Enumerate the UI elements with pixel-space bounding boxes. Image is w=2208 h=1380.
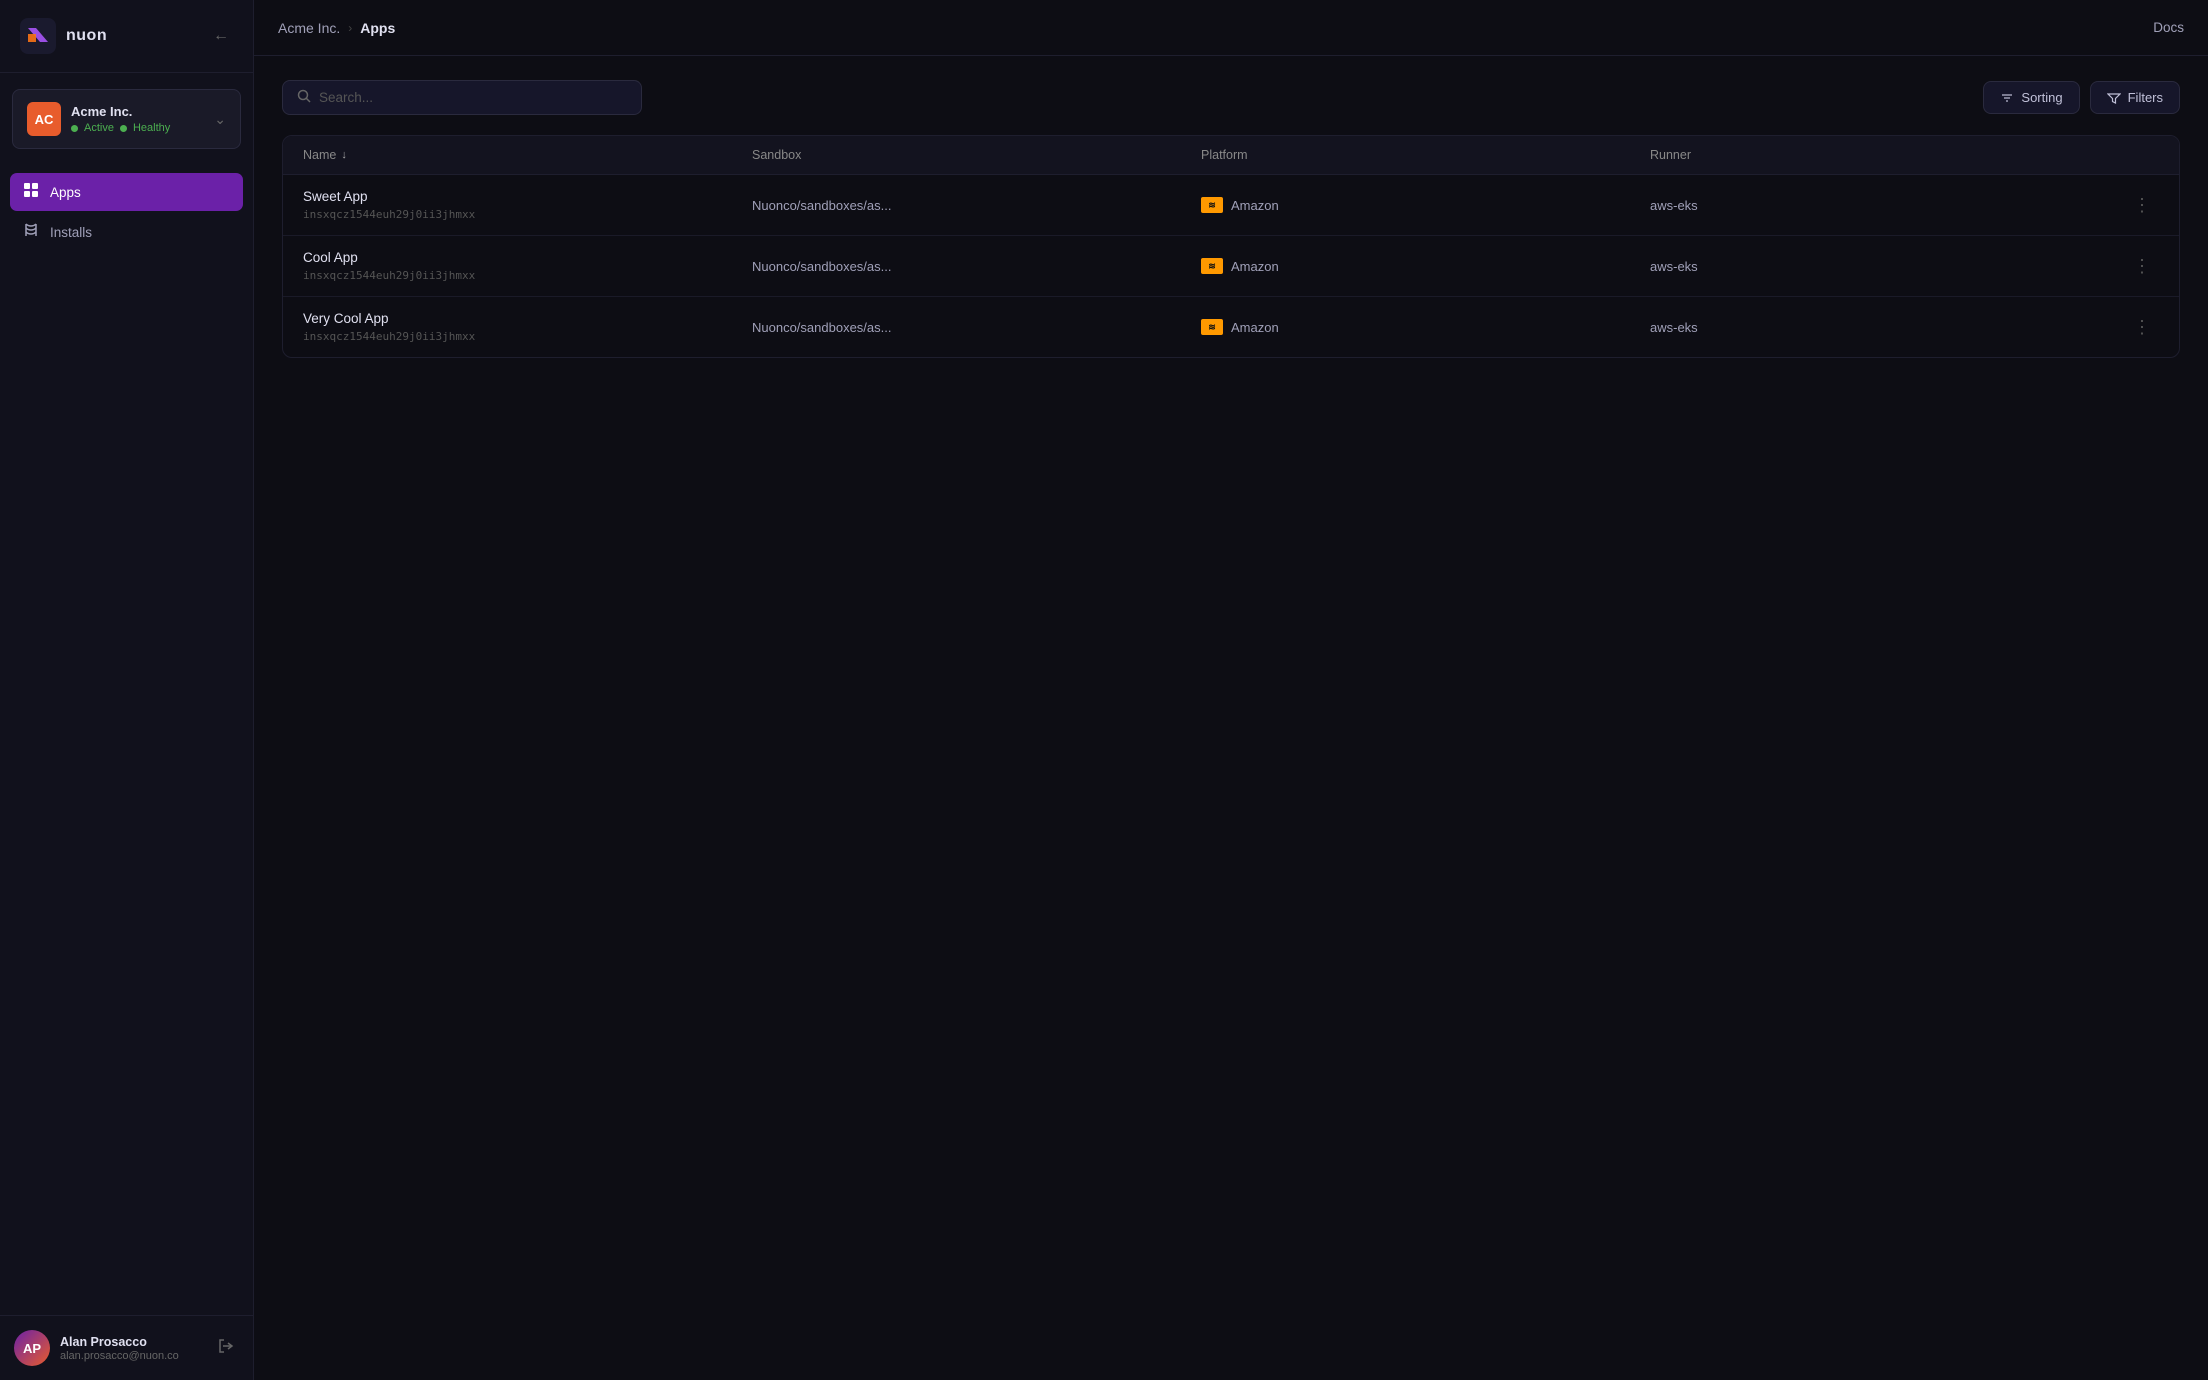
amazon-icon-1: ≋ (1201, 258, 1223, 274)
column-header-platform: Platform (1201, 148, 1650, 162)
topbar: Acme Inc. › Apps Docs (254, 0, 2208, 56)
column-header-runner: Runner (1650, 148, 2099, 162)
cell-sandbox-0: Nuonco/sandboxes/as... (752, 198, 1201, 213)
sorting-label: Sorting (2021, 90, 2062, 105)
cell-sandbox-1: Nuonco/sandboxes/as... (752, 259, 1201, 274)
search-icon (297, 89, 311, 106)
search-input[interactable] (319, 90, 627, 105)
column-header-name[interactable]: Name ↓ (303, 148, 752, 162)
user-info: Alan Prosacco alan.prosacco@nuon.co (60, 1335, 203, 1362)
sidebar-collapse-button[interactable]: ← (209, 23, 233, 49)
breadcrumb: Acme Inc. › Apps (278, 20, 395, 36)
cell-actions-1: ⋮ (2099, 252, 2159, 281)
installs-nav-label: Installs (50, 225, 92, 240)
search-box (282, 80, 642, 115)
filters-icon (2107, 91, 2121, 105)
healthy-status-dot (120, 125, 127, 132)
user-email: alan.prosacco@nuon.co (60, 1350, 203, 1362)
workspace-name: Acme Inc. (71, 104, 204, 119)
row-actions-button-0[interactable]: ⋮ (2125, 191, 2159, 220)
table-header: Name ↓ Sandbox Platform Runner (283, 136, 2179, 175)
breadcrumb-current: Apps (360, 20, 395, 36)
apps-nav-icon (22, 182, 40, 202)
controls-bar: Sorting Filters (282, 80, 2180, 115)
platform-name-1: Amazon (1231, 259, 1279, 274)
logo-text: nuon (66, 27, 107, 45)
cell-runner-0: aws-eks (1650, 198, 2099, 213)
sidebar-logo-area: nuon ← (0, 0, 253, 73)
breadcrumb-parent: Acme Inc. (278, 20, 340, 36)
topbar-right: Docs (2153, 19, 2184, 37)
user-name: Alan Prosacco (60, 1335, 203, 1349)
installs-nav-icon (22, 222, 40, 242)
cell-app-name-2: Very Cool App insxqcz1544euh29j0ii3jhmxx (303, 311, 752, 343)
column-header-sandbox: Sandbox (752, 148, 1201, 162)
sidebar-footer: AP Alan Prosacco alan.prosacco@nuon.co (0, 1315, 253, 1380)
cell-app-name-1: Cool App insxqcz1544euh29j0ii3jhmxx (303, 250, 752, 282)
active-status-dot (71, 125, 78, 132)
sort-icon: ↓ (341, 149, 347, 161)
sidebar-item-apps[interactable]: Apps (10, 173, 243, 211)
table-row[interactable]: Very Cool App insxqcz1544euh29j0ii3jhmxx… (283, 297, 2179, 357)
filters-label: Filters (2128, 90, 2163, 105)
breadcrumb-separator: › (348, 21, 352, 35)
cell-platform-2: ≋ Amazon (1201, 319, 1650, 335)
table-row[interactable]: Cool App insxqcz1544euh29j0ii3jhmxx Nuon… (283, 236, 2179, 297)
sorting-button[interactable]: Sorting (1983, 81, 2079, 114)
main-content: Acme Inc. › Apps Docs (254, 0, 2208, 1380)
app-name-0: Sweet App (303, 189, 752, 204)
workspace-chevron-icon: ⌄ (214, 111, 226, 128)
sidebar-item-installs[interactable]: Installs (10, 213, 243, 251)
app-id-0: insxqcz1544euh29j0ii3jhmxx (303, 208, 752, 221)
cell-app-name-0: Sweet App insxqcz1544euh29j0ii3jhmxx (303, 189, 752, 221)
nuon-logo-icon (20, 18, 56, 54)
apps-table: Name ↓ Sandbox Platform Runner Sweet App (282, 135, 2180, 358)
app-id-2: insxqcz1544euh29j0ii3jhmxx (303, 330, 752, 343)
workspace-avatar: AC (27, 102, 61, 136)
logout-button[interactable] (213, 1333, 239, 1364)
active-status-text: Active (84, 122, 114, 134)
sorting-icon (2000, 91, 2014, 105)
table-row[interactable]: Sweet App insxqcz1544euh29j0ii3jhmxx Nuo… (283, 175, 2179, 236)
platform-name-2: Amazon (1231, 320, 1279, 335)
controls-right: Sorting Filters (1983, 81, 2180, 114)
workspace-info: Acme Inc. Active Healthy (71, 104, 204, 134)
cell-platform-0: ≋ Amazon (1201, 197, 1650, 213)
filters-button[interactable]: Filters (2090, 81, 2180, 114)
amazon-icon-2: ≋ (1201, 319, 1223, 335)
content-area: Sorting Filters Name ↓ Sandbox (254, 56, 2208, 1380)
healthy-status-text: Healthy (133, 122, 170, 134)
workspace-card[interactable]: AC Acme Inc. Active Healthy ⌄ (12, 89, 241, 149)
amazon-icon-0: ≋ (1201, 197, 1223, 213)
apps-nav-label: Apps (50, 185, 81, 200)
cell-platform-1: ≋ Amazon (1201, 258, 1650, 274)
sidebar-nav: Apps Installs (0, 165, 253, 1315)
cell-actions-2: ⋮ (2099, 313, 2159, 342)
app-id-1: insxqcz1544euh29j0ii3jhmxx (303, 269, 752, 282)
platform-name-0: Amazon (1231, 198, 1279, 213)
sidebar: nuon ← AC Acme Inc. Active Healthy ⌄ (0, 0, 254, 1380)
row-actions-button-1[interactable]: ⋮ (2125, 252, 2159, 281)
user-avatar: AP (14, 1330, 50, 1366)
app-name-2: Very Cool App (303, 311, 752, 326)
cell-sandbox-2: Nuonco/sandboxes/as... (752, 320, 1201, 335)
row-actions-button-2[interactable]: ⋮ (2125, 313, 2159, 342)
app-name-1: Cool App (303, 250, 752, 265)
column-header-actions (2099, 148, 2159, 162)
workspace-status: Active Healthy (71, 122, 204, 134)
cell-runner-2: aws-eks (1650, 320, 2099, 335)
cell-actions-0: ⋮ (2099, 191, 2159, 220)
cell-runner-1: aws-eks (1650, 259, 2099, 274)
docs-link[interactable]: Docs (2153, 20, 2184, 35)
